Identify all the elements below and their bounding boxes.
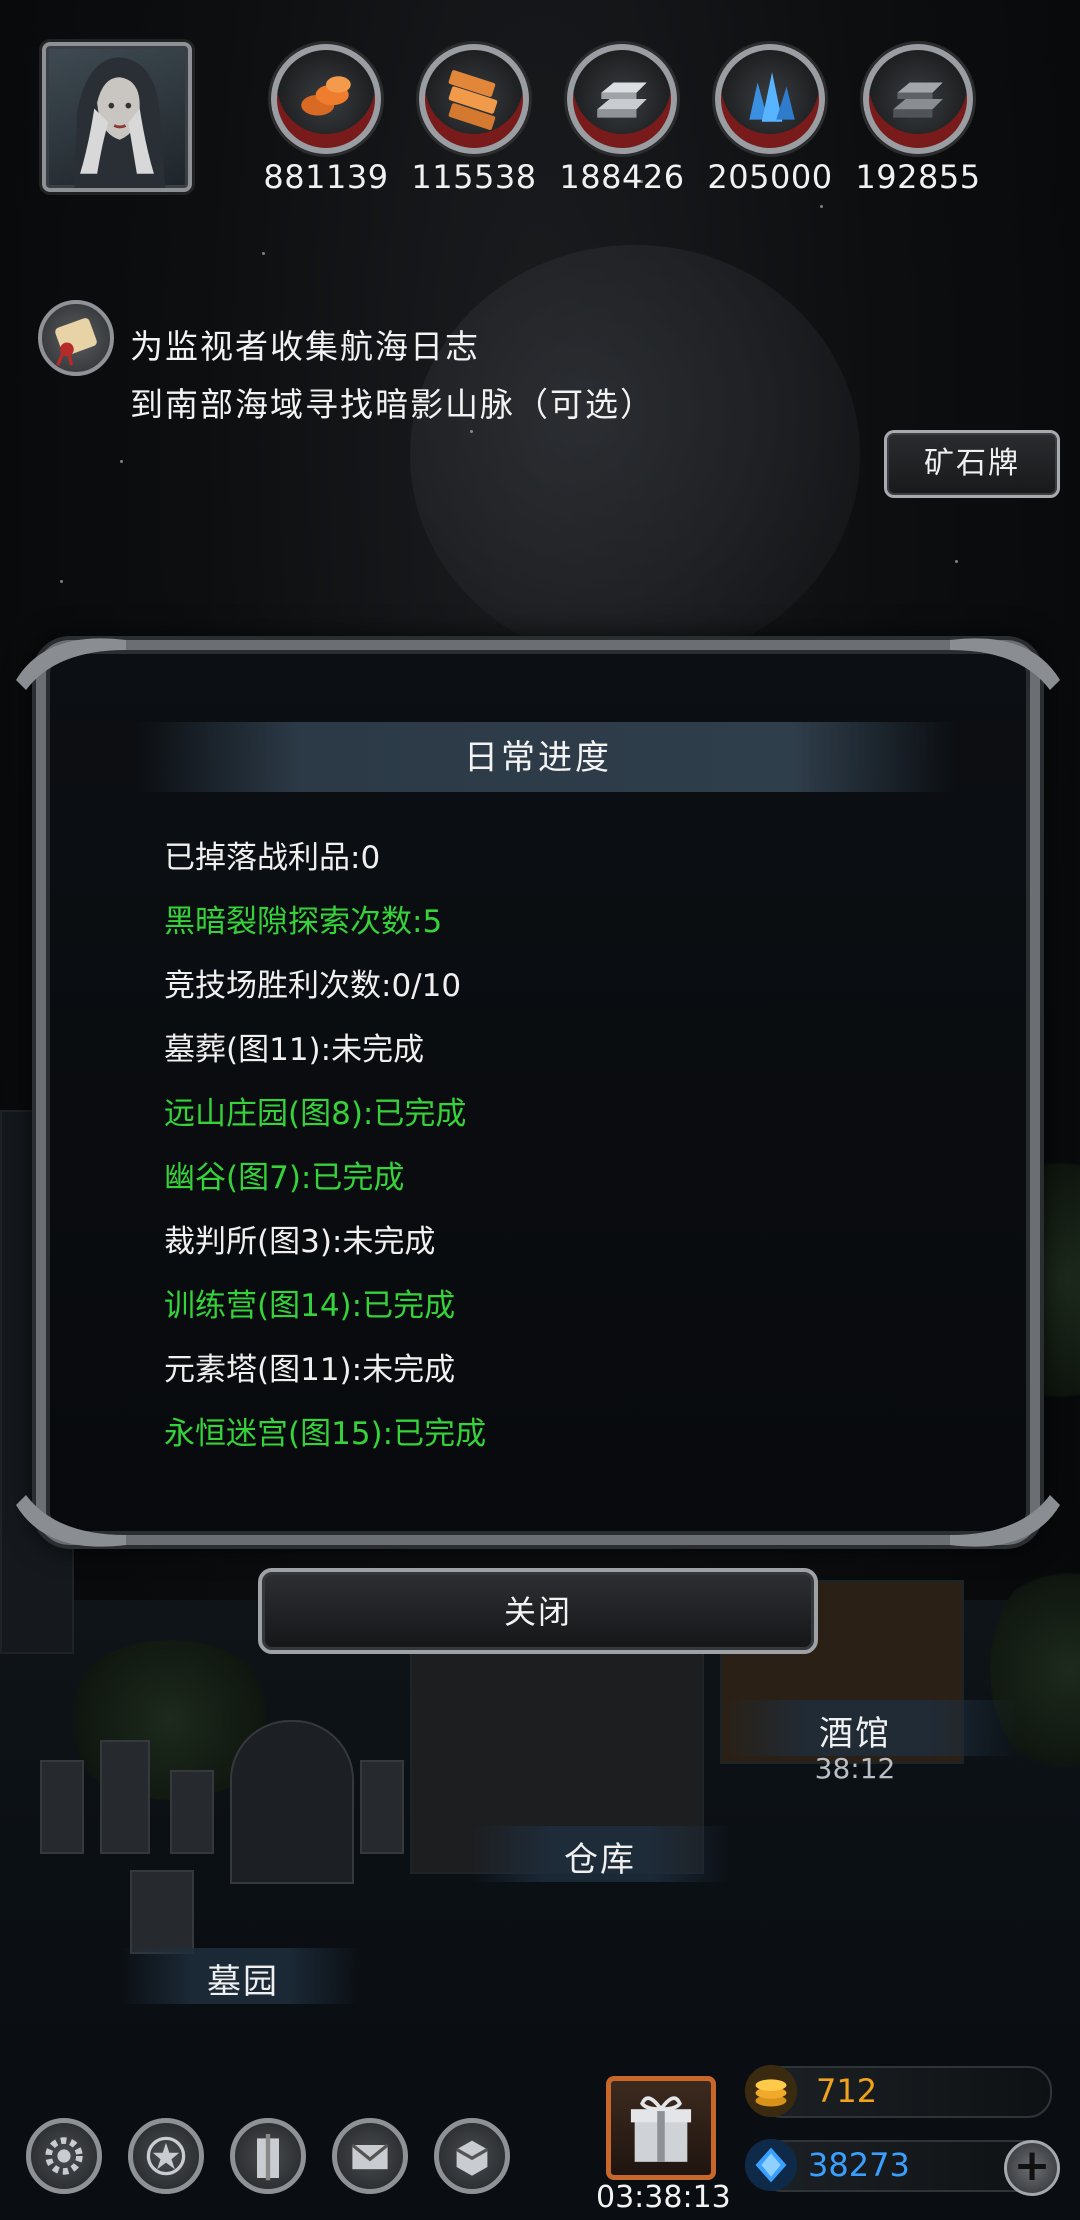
resource-wood-value: 115538 <box>411 158 537 196</box>
dialog-corner-ornament-icon <box>16 638 126 690</box>
plus-icon: + <box>1013 2140 1051 2191</box>
add-gems-button[interactable]: + <box>1004 2140 1060 2196</box>
stat-line: 元素塔(图11):未完成 <box>164 1352 456 1388</box>
hooded-woman-portrait-icon <box>74 57 166 188</box>
dark-steel-icon <box>863 44 973 154</box>
settings-button[interactable] <box>26 2118 102 2194</box>
tavern-label[interactable]: 酒馆 <box>780 1706 930 1755</box>
shop-button[interactable] <box>434 2118 510 2194</box>
stat-line: 永恒迷宫(图15):已完成 <box>164 1416 487 1452</box>
close-button[interactable]: 关闭 <box>258 1568 818 1654</box>
resource-iron[interactable]: 188426 <box>552 44 692 196</box>
iron-ingot-icon <box>567 44 677 154</box>
resource-iron-value: 188426 <box>559 158 685 196</box>
resource-crystal[interactable]: 205000 <box>700 44 840 196</box>
moon <box>410 245 860 665</box>
resource-crystal-value: 205000 <box>707 158 833 196</box>
resource-steel-value: 192855 <box>855 158 981 196</box>
mail-icon <box>351 2143 389 2170</box>
resource-copper-value: 881139 <box>263 158 389 196</box>
stat-line: 训练营(图14):已完成 <box>164 1288 456 1324</box>
dialog-title: 日常进度 <box>464 738 612 778</box>
stat-line: 墓葬(图11):未完成 <box>164 1032 425 1068</box>
blue-crystal-icon <box>715 44 825 154</box>
resource-wood[interactable]: 115538 <box>404 44 544 196</box>
achievement-button[interactable] <box>128 2118 204 2194</box>
tavern-timer: 38:12 <box>814 1752 896 1785</box>
achievement-star-icon <box>146 2136 186 2176</box>
stat-line: 幽谷(图7):已完成 <box>164 1160 405 1196</box>
stat-line: 裁判所(图3):未完成 <box>164 1224 436 1260</box>
gift-box-icon <box>630 2096 692 2162</box>
resource-copper[interactable]: 881139 <box>256 44 396 196</box>
stat-line: 远山庄园(图8):已完成 <box>164 1096 467 1132</box>
guild-banner-icon <box>257 2134 279 2181</box>
player-avatar[interactable] <box>42 42 192 192</box>
resource-steel[interactable]: 192855 <box>848 44 988 196</box>
gift-box-button[interactable] <box>606 2076 716 2180</box>
stat-line: 黑暗裂隙探索次数:5 <box>164 904 443 940</box>
stat-line: 竞技场胜利次数:0/10 <box>164 968 462 1004</box>
gift-timer: 03:38:13 <box>596 2180 731 2215</box>
dialog-corner-ornament-icon <box>950 638 1060 690</box>
quest-line-1[interactable]: 为监视者收集航海日志 <box>130 320 480 368</box>
copper-ore-icon <box>271 44 381 154</box>
dialog-corner-ornament-icon <box>950 1495 1060 1547</box>
stat-line: 已掉落战利品:0 <box>164 840 381 876</box>
quest-scroll-button[interactable] <box>38 300 114 376</box>
gold-bar <box>758 2066 1052 2118</box>
ore-card-button[interactable]: 矿石牌 <box>884 430 1060 498</box>
cemetery-label[interactable]: 墓园 <box>168 1954 318 2003</box>
settings-gear-icon <box>45 2137 83 2175</box>
warehouse-label[interactable]: 仓库 <box>525 1832 675 1881</box>
gold-value: 712 <box>816 2072 878 2110</box>
gem-value: 38273 <box>808 2146 910 2184</box>
wood-planks-icon <box>419 44 529 154</box>
mail-button[interactable] <box>332 2118 408 2194</box>
dialog-corner-ornament-icon <box>16 1495 126 1547</box>
gold-coin-icon <box>742 2062 800 2120</box>
daily-progress-dialog: 日常进度 已掉落战利品:0 黑暗裂隙探索次数:5 竞技场胜利次数:0/10 墓葬… <box>16 638 1060 1547</box>
guild-button[interactable] <box>230 2118 306 2194</box>
scroll-icon <box>55 318 97 366</box>
blue-gem-icon <box>742 2136 800 2194</box>
shop-icon <box>455 2140 489 2176</box>
quest-line-2[interactable]: 到南部海域寻找暗影山脉（可选） <box>130 378 655 426</box>
